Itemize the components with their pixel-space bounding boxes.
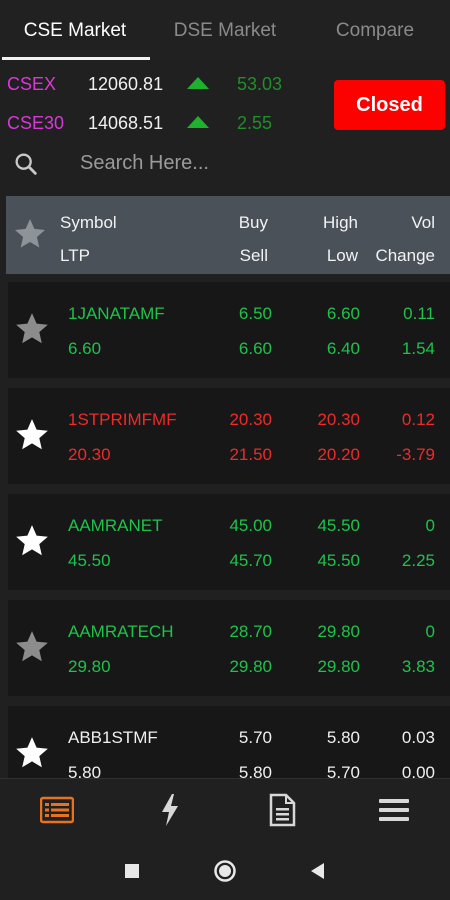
stock-symbol: AAMRATECH (68, 622, 174, 641)
header-vol: Vol (411, 213, 435, 232)
stock-high: 45.50 (317, 516, 360, 535)
stock-low: 45.50 (317, 551, 360, 570)
document-icon[interactable] (265, 793, 299, 827)
stock-ltp: 45.50 (68, 551, 111, 570)
search-input[interactable] (80, 146, 420, 180)
stock-symbol: AAMRANET (68, 516, 163, 535)
star-icon[interactable] (13, 628, 51, 666)
stock-ltp: 20.30 (68, 445, 111, 464)
stock-change: -3.79 (396, 445, 435, 464)
stock-ltp: 29.80 (68, 657, 111, 676)
stock-low: 20.20 (317, 445, 360, 464)
star-icon[interactable] (13, 310, 51, 348)
index-row-cse30: CSE30 14068.51 2.55 (0, 108, 320, 138)
stock-change: 0.00 (401, 763, 435, 778)
list-icon[interactable] (40, 793, 74, 827)
tab-compare[interactable]: Compare (300, 0, 450, 60)
star-icon[interactable] (13, 522, 51, 560)
stock-sell: 5.80 (238, 763, 272, 778)
stock-row[interactable]: ABB1STMF 5.80 5.70 5.80 5.80 5.70 0.03 0.00 (8, 706, 450, 778)
bottom-nav (0, 778, 450, 843)
recents-icon[interactable] (124, 863, 140, 879)
list-header: Symbol LTP Buy Sell High Low Vol Change (6, 196, 450, 274)
stock-vol: 0.12 (401, 410, 435, 429)
stock-sell: 6.60 (238, 339, 272, 358)
star-icon[interactable] (13, 734, 51, 772)
stock-row[interactable]: AAMRATECH 29.80 28.70 29.80 29.80 29.80 0 3.83 (8, 600, 450, 696)
header-low: Low (326, 246, 358, 265)
index-value: 12060.81 (88, 74, 164, 94)
up-arrow-icon (187, 77, 209, 89)
stock-buy: 5.70 (238, 728, 272, 747)
stock-buy: 20.30 (229, 410, 272, 429)
stock-vol: 0.03 (401, 728, 435, 747)
stock-ltp: 5.80 (68, 763, 102, 778)
back-icon[interactable] (309, 862, 325, 880)
tab-cse-market[interactable]: CSE Market (0, 0, 150, 60)
stock-high: 20.30 (317, 410, 360, 429)
stock-high: 5.80 (326, 728, 360, 747)
header-buy: Buy (238, 213, 268, 232)
index-name: CSEX (7, 74, 57, 94)
header-change: Change (375, 246, 435, 265)
system-nav-bar (0, 843, 450, 900)
stock-vol: 0 (425, 622, 435, 641)
index-change: 53.03 (237, 74, 283, 94)
stock-buy: 6.50 (238, 304, 272, 323)
stock-vol: 0 (425, 516, 435, 535)
up-arrow-icon (187, 116, 209, 128)
search-icon[interactable] (12, 150, 40, 178)
market-tabs: CSE Market DSE Market Compare (0, 0, 450, 60)
header-symbol: Symbol (60, 213, 117, 232)
stock-symbol: 1JANATAMF (68, 304, 165, 323)
stock-change: 1.54 (401, 339, 435, 358)
stock-ltp: 6.60 (68, 339, 102, 358)
stock-row[interactable]: 1STPRIMFMF 20.30 20.30 21.50 20.30 20.20 0.12 -… (8, 388, 450, 484)
stock-high: 29.80 (317, 622, 360, 641)
stock-sell: 21.50 (229, 445, 272, 464)
index-change: 2.55 (237, 113, 273, 133)
index-name: CSE30 (7, 113, 65, 133)
stock-change: 2.25 (401, 551, 435, 570)
lightning-icon[interactable] (153, 793, 187, 827)
stock-low: 6.40 (326, 339, 360, 358)
index-row-csex: CSEX 12060.81 53.03 (0, 69, 320, 99)
header-ltp: LTP (60, 246, 90, 265)
star-icon[interactable] (13, 416, 51, 454)
stock-buy: 28.70 (229, 622, 272, 641)
stock-low: 29.80 (317, 657, 360, 676)
stock-sell: 45.70 (229, 551, 272, 570)
stock-high: 6.60 (326, 304, 360, 323)
stock-sell: 29.80 (229, 657, 272, 676)
header-sell: Sell (239, 246, 268, 265)
index-value: 14068.51 (88, 113, 164, 133)
stock-vol: 0.11 (403, 304, 435, 323)
star-icon[interactable] (12, 216, 48, 252)
stock-symbol: ABB1STMF (68, 728, 158, 747)
header-high: High (323, 213, 358, 232)
stock-change: 3.83 (401, 657, 435, 676)
menu-icon[interactable] (377, 793, 411, 827)
market-status-button[interactable]: Closed (334, 80, 445, 130)
home-icon[interactable] (213, 859, 237, 883)
stock-symbol: 1STPRIMFMF (68, 410, 177, 429)
stock-row[interactable]: 1JANATAMF 6.60 6.50 6.60 6.60 6.40 0.11 1.54 (8, 282, 450, 378)
tab-dse-market[interactable]: DSE Market (150, 0, 300, 60)
stock-buy: 45.00 (229, 516, 272, 535)
stock-row[interactable]: AAMRANET 45.50 45.00 45.70 45.50 45.50 0 2.25 (8, 494, 450, 590)
stock-low: 5.70 (326, 763, 360, 778)
